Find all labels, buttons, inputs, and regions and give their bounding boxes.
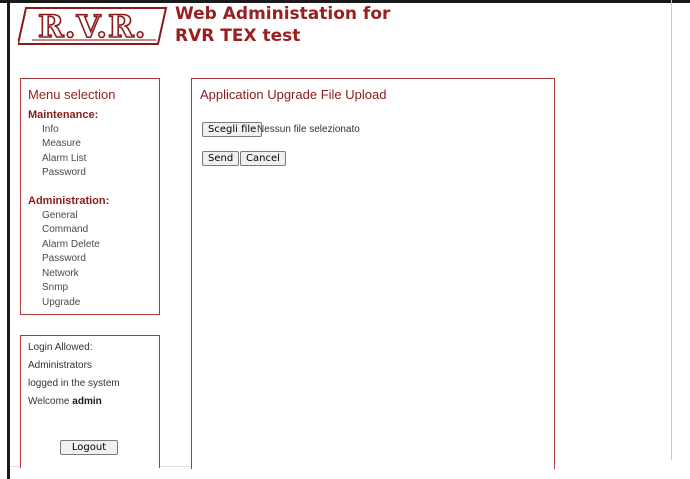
username: admin — [72, 396, 102, 407]
page-title-line2: RVR TEX test — [175, 26, 301, 46]
welcome-message: Welcome admin — [28, 396, 102, 407]
menu-item-network[interactable]: Network — [42, 268, 79, 279]
menu-title: Menu selection — [28, 87, 116, 102]
login-status: logged in the system — [28, 378, 120, 389]
page-title-line1: Web Administation for — [175, 4, 391, 24]
menu-item-command[interactable]: Command — [42, 224, 88, 235]
login-allowed-label: Login Allowed: — [28, 342, 93, 353]
menu-item-general[interactable]: General — [42, 210, 78, 221]
menu-item-alarm-delete[interactable]: Alarm Delete — [42, 239, 100, 250]
menu-item-info[interactable]: Info — [42, 124, 59, 135]
choose-file-button[interactable]: Scegli file — [202, 122, 263, 137]
administration-heading: Administration: — [28, 195, 110, 207]
menu-item-snmp[interactable]: Snmp — [42, 282, 68, 293]
cancel-button[interactable]: Cancel — [240, 151, 286, 166]
upload-title: Application Upgrade File Upload — [200, 87, 387, 102]
menu-item-maintenance-password[interactable]: Password — [42, 167, 86, 178]
upload-panel: Application Upgrade File Upload Scegli f… — [191, 78, 555, 469]
send-button[interactable]: Send — [202, 151, 240, 166]
login-panel: Login Allowed: Administrators logged in … — [20, 335, 160, 468]
menu-item-upgrade[interactable]: Upgrade — [42, 297, 80, 308]
no-file-text: Nessun file selezionato — [257, 124, 360, 135]
maintenance-heading: Maintenance: — [28, 109, 99, 121]
rvr-logo: R.V.R. — [18, 4, 168, 46]
menu-panel: Menu selection Maintenance: Info Measure… — [20, 78, 160, 315]
menu-item-admin-password[interactable]: Password — [42, 253, 86, 264]
logo-text: R.V.R. — [37, 9, 147, 45]
login-role: Administrators — [28, 360, 92, 371]
menu-item-alarm-list[interactable]: Alarm List — [42, 153, 86, 164]
menu-item-measure[interactable]: Measure — [42, 138, 81, 149]
page-title: Web Administation for RVR TEX test — [175, 3, 390, 47]
window-right-border — [671, 0, 672, 460]
welcome-label: Welcome — [28, 396, 70, 407]
logout-button[interactable]: Logout — [60, 440, 118, 455]
window-left-border — [7, 0, 10, 479]
